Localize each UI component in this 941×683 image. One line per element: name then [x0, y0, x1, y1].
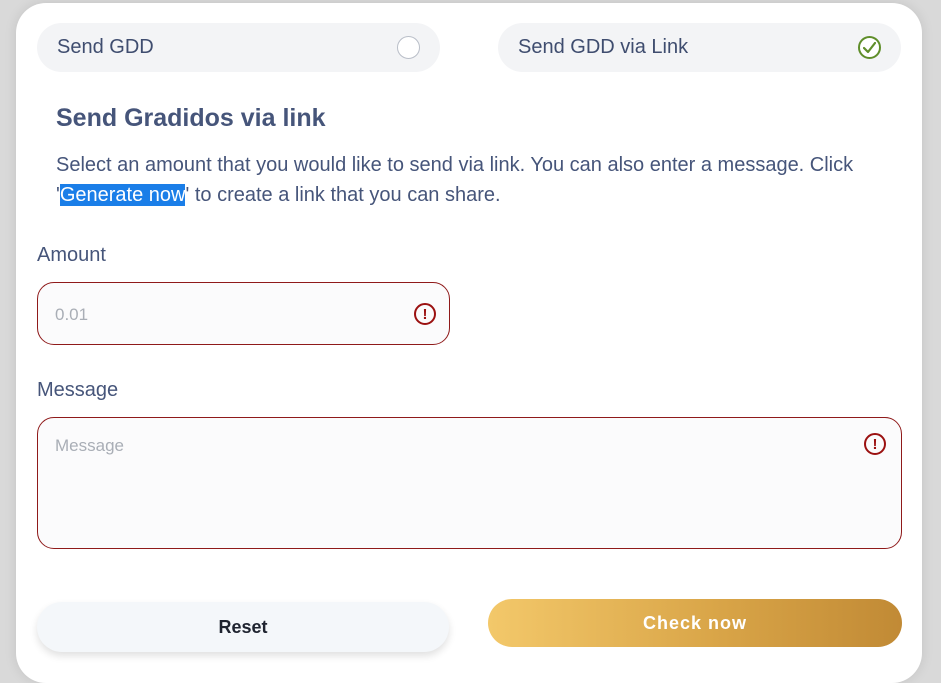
amount-error-icon: !: [414, 303, 436, 325]
message-error-icon: !: [864, 433, 886, 455]
radio-unchecked-icon[interactable]: [397, 36, 420, 59]
section-description: Select an amount that you would like to …: [56, 150, 886, 210]
option-send-gdd-label: Send GDD: [57, 36, 154, 58]
desc-highlight: Generate now: [59, 184, 186, 206]
option-send-link-label: Send GDD via Link: [518, 36, 689, 58]
option-send-link[interactable]: Send GDD via Link: [498, 23, 901, 72]
radio-checked-icon[interactable]: [858, 36, 881, 59]
check-now-button[interactable]: Check now: [488, 599, 902, 647]
message-label: Message: [37, 379, 119, 401]
message-textarea[interactable]: [53, 434, 847, 538]
amount-field-wrapper: !: [37, 282, 450, 346]
option-send-gdd[interactable]: Send GDD: [37, 23, 440, 72]
checkmark-icon: [863, 41, 876, 53]
reset-button[interactable]: Reset: [37, 602, 449, 652]
section-title: Send Gradidos via link: [56, 104, 326, 132]
amount-label: Amount: [37, 244, 106, 266]
message-field-wrapper: !: [37, 417, 902, 549]
amount-input[interactable]: [53, 283, 397, 346]
desc-text-after: ' to create a link that you can share.: [185, 184, 501, 206]
